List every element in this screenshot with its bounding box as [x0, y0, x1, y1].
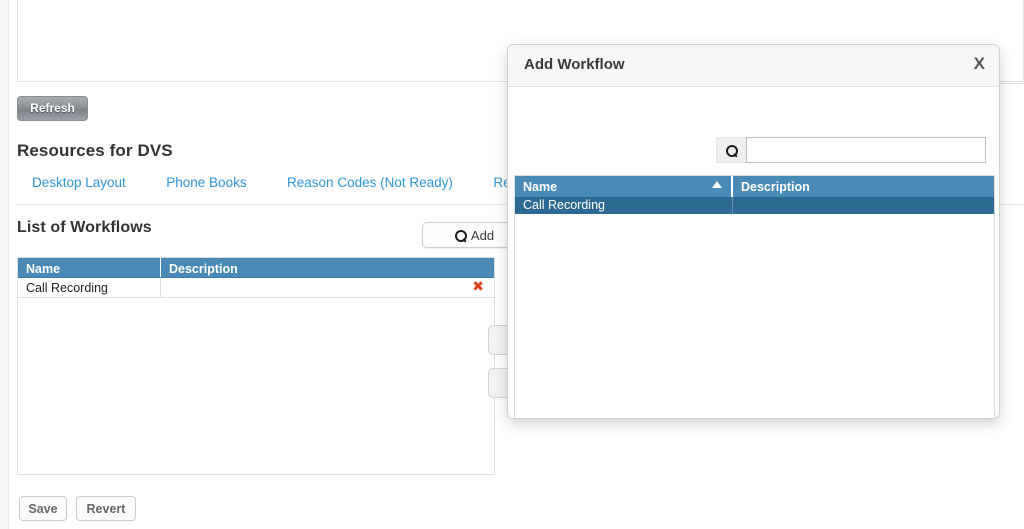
- tab-phone-books[interactable]: Phone Books: [166, 172, 246, 194]
- cell-name: Call Recording: [515, 197, 733, 214]
- search-button[interactable]: [716, 137, 746, 163]
- dialog-header: Add Workflow X: [508, 45, 999, 87]
- divider-upper-right: [1000, 83, 1024, 84]
- sort-ascending-icon: [712, 181, 722, 188]
- save-button[interactable]: Save: [19, 496, 67, 521]
- table-header-row: Name Description: [18, 258, 494, 278]
- column-header-name[interactable]: Name: [18, 258, 161, 277]
- refresh-button[interactable]: Refresh: [17, 96, 88, 121]
- column-header-name[interactable]: Name: [515, 176, 733, 197]
- revert-button[interactable]: Revert: [76, 496, 136, 521]
- column-header-description[interactable]: Description: [161, 258, 494, 277]
- dialog-title: Add Workflow: [524, 56, 625, 73]
- list-of-workflows-title: List of Workflows: [17, 219, 152, 236]
- column-header-description[interactable]: Description: [733, 176, 994, 197]
- table-row[interactable]: Call Recording: [515, 197, 994, 214]
- workflows-table: Name Description Call Recording ✖: [17, 257, 495, 475]
- screen: Refresh Resources for DVS Desktop Layout…: [0, 0, 1024, 529]
- search-icon: [454, 229, 467, 242]
- tab-reason-codes-not-ready[interactable]: Reason Codes (Not Ready): [287, 172, 453, 194]
- dialog-body: Name Description Call Recording: [508, 87, 999, 418]
- search-input[interactable]: [746, 137, 986, 163]
- dialog-results-table: Name Description Call Recording: [514, 175, 995, 418]
- table-header-row: Name Description: [515, 176, 994, 197]
- add-workflow-dialog: Add Workflow X Name Description Call Rec…: [507, 44, 1000, 419]
- page-title: Resources for DVS: [17, 141, 173, 160]
- search-icon: [726, 144, 738, 157]
- column-header-name-label: Name: [523, 180, 558, 194]
- dialog-search: [716, 137, 986, 163]
- divider-lower-right: [1000, 204, 1024, 205]
- cell-description: [161, 278, 494, 297]
- close-icon[interactable]: X: [974, 54, 985, 74]
- cell-description: [733, 197, 994, 214]
- delete-row-icon[interactable]: ✖: [472, 279, 484, 295]
- page-left-gutter: [0, 0, 9, 529]
- cell-name: Call Recording: [18, 278, 161, 297]
- table-row[interactable]: Call Recording ✖: [18, 278, 494, 298]
- tab-desktop-layout[interactable]: Desktop Layout: [32, 172, 126, 194]
- add-button-label: Add: [470, 227, 495, 243]
